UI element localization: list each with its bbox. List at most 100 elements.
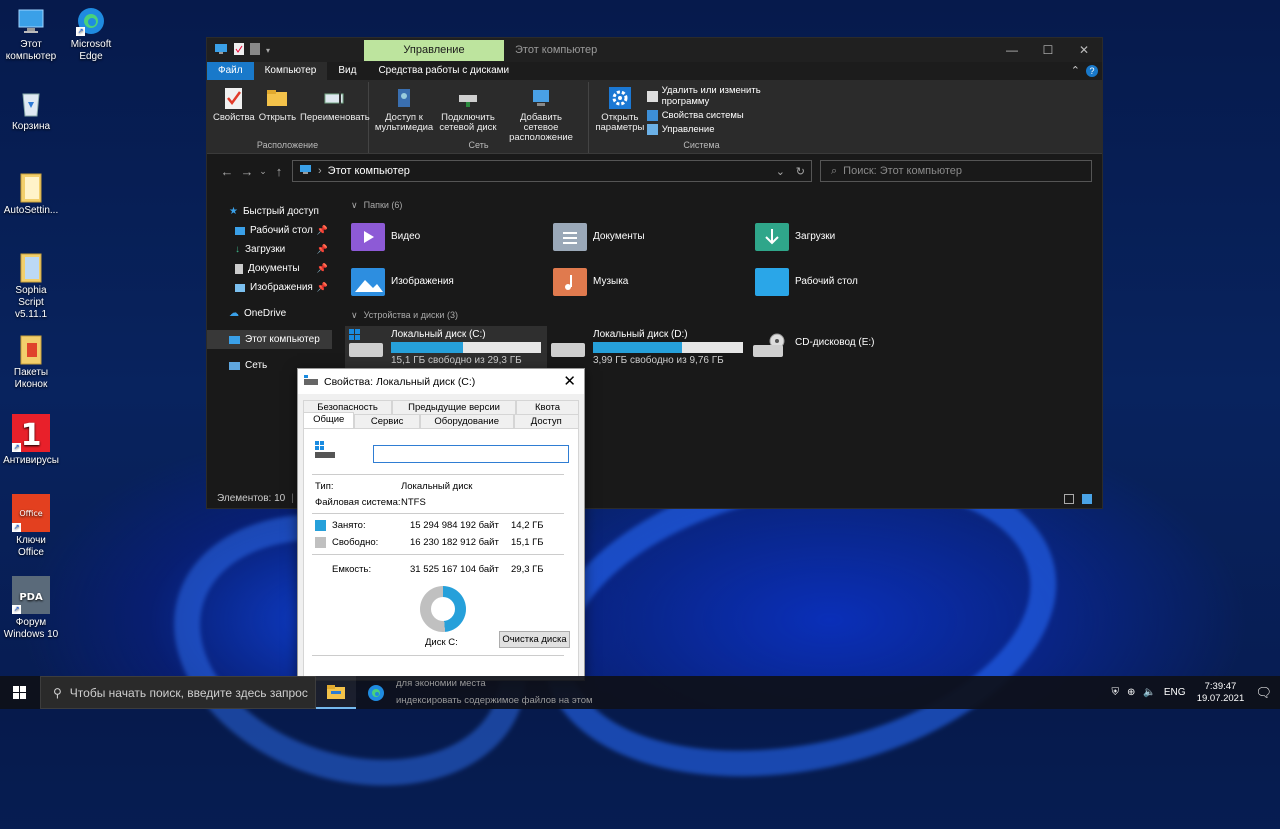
volume-name-input[interactable] — [373, 445, 569, 463]
drive-e[interactable]: CD-дисковод (E:) — [749, 326, 951, 368]
desktop-icon-antivirus[interactable]: 1 ↗ Антивирусы — [2, 414, 60, 467]
nav-item-documents[interactable]: Документы 📌 — [207, 259, 332, 278]
nav-item-desktop[interactable]: Рабочий стол 📌 — [207, 221, 332, 240]
chevron-down-icon[interactable]: ▾ — [266, 46, 270, 55]
clock[interactable]: 7:39:47 19.07.2021 — [1193, 681, 1247, 705]
desktop-icon-recycle-bin[interactable]: Корзина — [2, 88, 60, 133]
quick-access-toolbar: ▾ — [214, 43, 270, 58]
nav-onedrive[interactable]: ☁ OneDrive — [207, 304, 332, 323]
downloads-folder-icon — [755, 222, 789, 251]
taskbar-search-box[interactable]: ⚲ Чтобы начать поиск, введите здесь запро… — [40, 676, 316, 709]
desktop-icon-label: Microsoft Edge — [70, 39, 112, 62]
maximize-button[interactable]: ☐ — [1030, 38, 1066, 62]
tab-hardware[interactable]: Оборудование — [419, 414, 514, 428]
folder-pictures[interactable]: Изображения — [351, 259, 553, 304]
volume-icon[interactable]: 🔈 — [1143, 687, 1155, 698]
address-dropdown-icon[interactable]: ⌄ — [776, 165, 785, 178]
free-bytes: 16 230 182 912 байт — [410, 537, 499, 548]
uninstall-program-link[interactable]: Удалить или изменить программу — [646, 85, 810, 107]
properties-qa-icon[interactable] — [234, 43, 244, 58]
folders-header[interactable]: ∨ Папки (6) — [337, 194, 1102, 214]
tab-file[interactable]: Файл — [207, 62, 254, 80]
chevron-down-icon: ∨ — [351, 200, 358, 210]
used-label: Занято: — [332, 520, 366, 531]
free-gb: 15,1 ГБ — [511, 537, 544, 548]
close-button[interactable]: ✕ — [1066, 38, 1102, 62]
desktop-icon-forum[interactable]: PDA ↗ Форум Windows 10 — [2, 576, 60, 641]
taskbar-edge[interactable] — [356, 676, 396, 709]
drive-c[interactable]: Локальный диск (C:) 15,1 ГБ свободно из 2… — [345, 326, 547, 368]
desktop-icon-this-pc[interactable]: Этот компьютер — [2, 6, 60, 63]
tab-disk-tools[interactable]: Средства работы с дисками — [367, 62, 520, 80]
desktop-icon-icon-packs[interactable]: Пакеты Иконок — [2, 334, 60, 391]
close-icon[interactable]: ✕ — [563, 372, 576, 390]
pin-icon[interactable]: 📌 — [317, 240, 328, 259]
monitor-icon — [16, 6, 46, 36]
nav-this-pc[interactable]: Этот компьютер — [207, 330, 332, 349]
edge-icon — [368, 684, 384, 701]
desktop-icon-autosettings[interactable]: AutoSettin... — [2, 172, 60, 217]
folder-documents[interactable]: Документы — [553, 214, 755, 259]
folder-desktop[interactable]: Рабочий стол — [755, 259, 957, 304]
search-input[interactable]: ⌕ Поиск: Этот компьютер — [820, 160, 1092, 182]
pin-icon[interactable]: 📌 — [317, 259, 328, 278]
drive-d[interactable]: Локальный диск (D:) 3,99 ГБ свободно из 9… — [547, 326, 749, 368]
drive-name: Локальный диск (C:) — [391, 329, 486, 340]
pin-icon[interactable]: 📌 — [317, 221, 328, 240]
tab-tools[interactable]: Сервис — [354, 414, 420, 428]
tab-view[interactable]: Вид — [327, 62, 367, 80]
chevron-up-icon[interactable]: ⌃ — [1071, 64, 1080, 77]
file-explorer-icon — [327, 685, 345, 699]
refresh-icon[interactable]: ↻ — [796, 165, 805, 178]
desktop-icon-edge[interactable]: ↗ Microsoft Edge — [62, 6, 120, 63]
tab-sharing[interactable]: Доступ — [513, 414, 579, 428]
back-arrow-icon[interactable]: ← — [217, 164, 237, 179]
office-icon: Office ↗ — [12, 494, 50, 532]
system-properties-link[interactable]: Свойства системы — [646, 110, 810, 121]
pin-icon[interactable]: 📌 — [317, 278, 328, 297]
svg-text:1: 1 — [21, 418, 42, 452]
taskbar-explorer[interactable] — [316, 676, 356, 709]
dialog-overflow-text: для экономии места — [396, 678, 486, 689]
dialog-overflow-text: индексировать содержимое файлов на этом — [396, 695, 593, 706]
nav-item-downloads[interactable]: ↓ Загрузки 📌 — [207, 240, 332, 259]
divider — [312, 554, 564, 555]
globe-icon[interactable]: ⊕ — [1127, 687, 1135, 698]
security-icon[interactable]: ⛨ — [1111, 687, 1119, 698]
folder-videos[interactable]: Видео — [351, 214, 553, 259]
pictures-folder-icon — [351, 267, 385, 296]
capacity-bytes: 31 525 167 104 байт — [410, 564, 499, 575]
notifications-icon[interactable]: 🗨 — [1255, 685, 1272, 701]
language-indicator[interactable]: ENG — [1164, 687, 1186, 698]
desktop-icon-sophia[interactable]: Sophia Script v5.11.1 — [2, 252, 60, 321]
recent-chevron-icon[interactable]: ⌄ — [257, 166, 269, 177]
video-folder-icon — [351, 222, 385, 251]
manage-link[interactable]: Управление — [646, 124, 810, 135]
address-bar[interactable]: › Этот компьютер ⌄ ↻ — [292, 160, 812, 182]
address-text: Этот компьютер — [327, 165, 410, 177]
network-icon — [229, 361, 240, 370]
disk-cleanup-button[interactable]: Очистка диска — [499, 631, 570, 648]
tab-previous-versions[interactable]: Предыдущие версии — [392, 400, 517, 414]
folder-downloads[interactable]: Загрузки — [755, 214, 957, 259]
desktop-icon-office-keys[interactable]: Office ↗ Ключи Office — [2, 494, 60, 559]
nav-quick-access[interactable]: ★ Быстрый доступ — [207, 202, 332, 221]
divider — [312, 513, 564, 514]
tab-quota[interactable]: Квота — [516, 400, 579, 414]
up-arrow-icon[interactable]: ↑ — [269, 164, 289, 179]
forward-arrow-icon[interactable]: → — [237, 164, 257, 179]
context-tab-manage[interactable]: Управление — [364, 40, 504, 61]
drives-header[interactable]: ∨ Устройства и диски (3) — [337, 304, 1102, 324]
tab-general[interactable]: Общие — [303, 412, 355, 428]
large-icons-view-icon[interactable] — [1082, 494, 1092, 504]
tab-computer[interactable]: Компьютер — [253, 62, 328, 80]
start-button[interactable] — [0, 685, 40, 700]
new-folder-qa-icon[interactable] — [250, 43, 260, 58]
search-icon: ⌕ — [831, 165, 838, 177]
antivirus-icon: 1 ↗ — [12, 414, 50, 453]
help-icon[interactable]: ? — [1086, 65, 1098, 77]
minimize-button[interactable]: — — [994, 38, 1030, 62]
details-view-icon[interactable] — [1064, 494, 1074, 504]
folder-music[interactable]: Музыка — [553, 259, 755, 304]
nav-item-pictures[interactable]: Изображения 📌 — [207, 278, 332, 297]
